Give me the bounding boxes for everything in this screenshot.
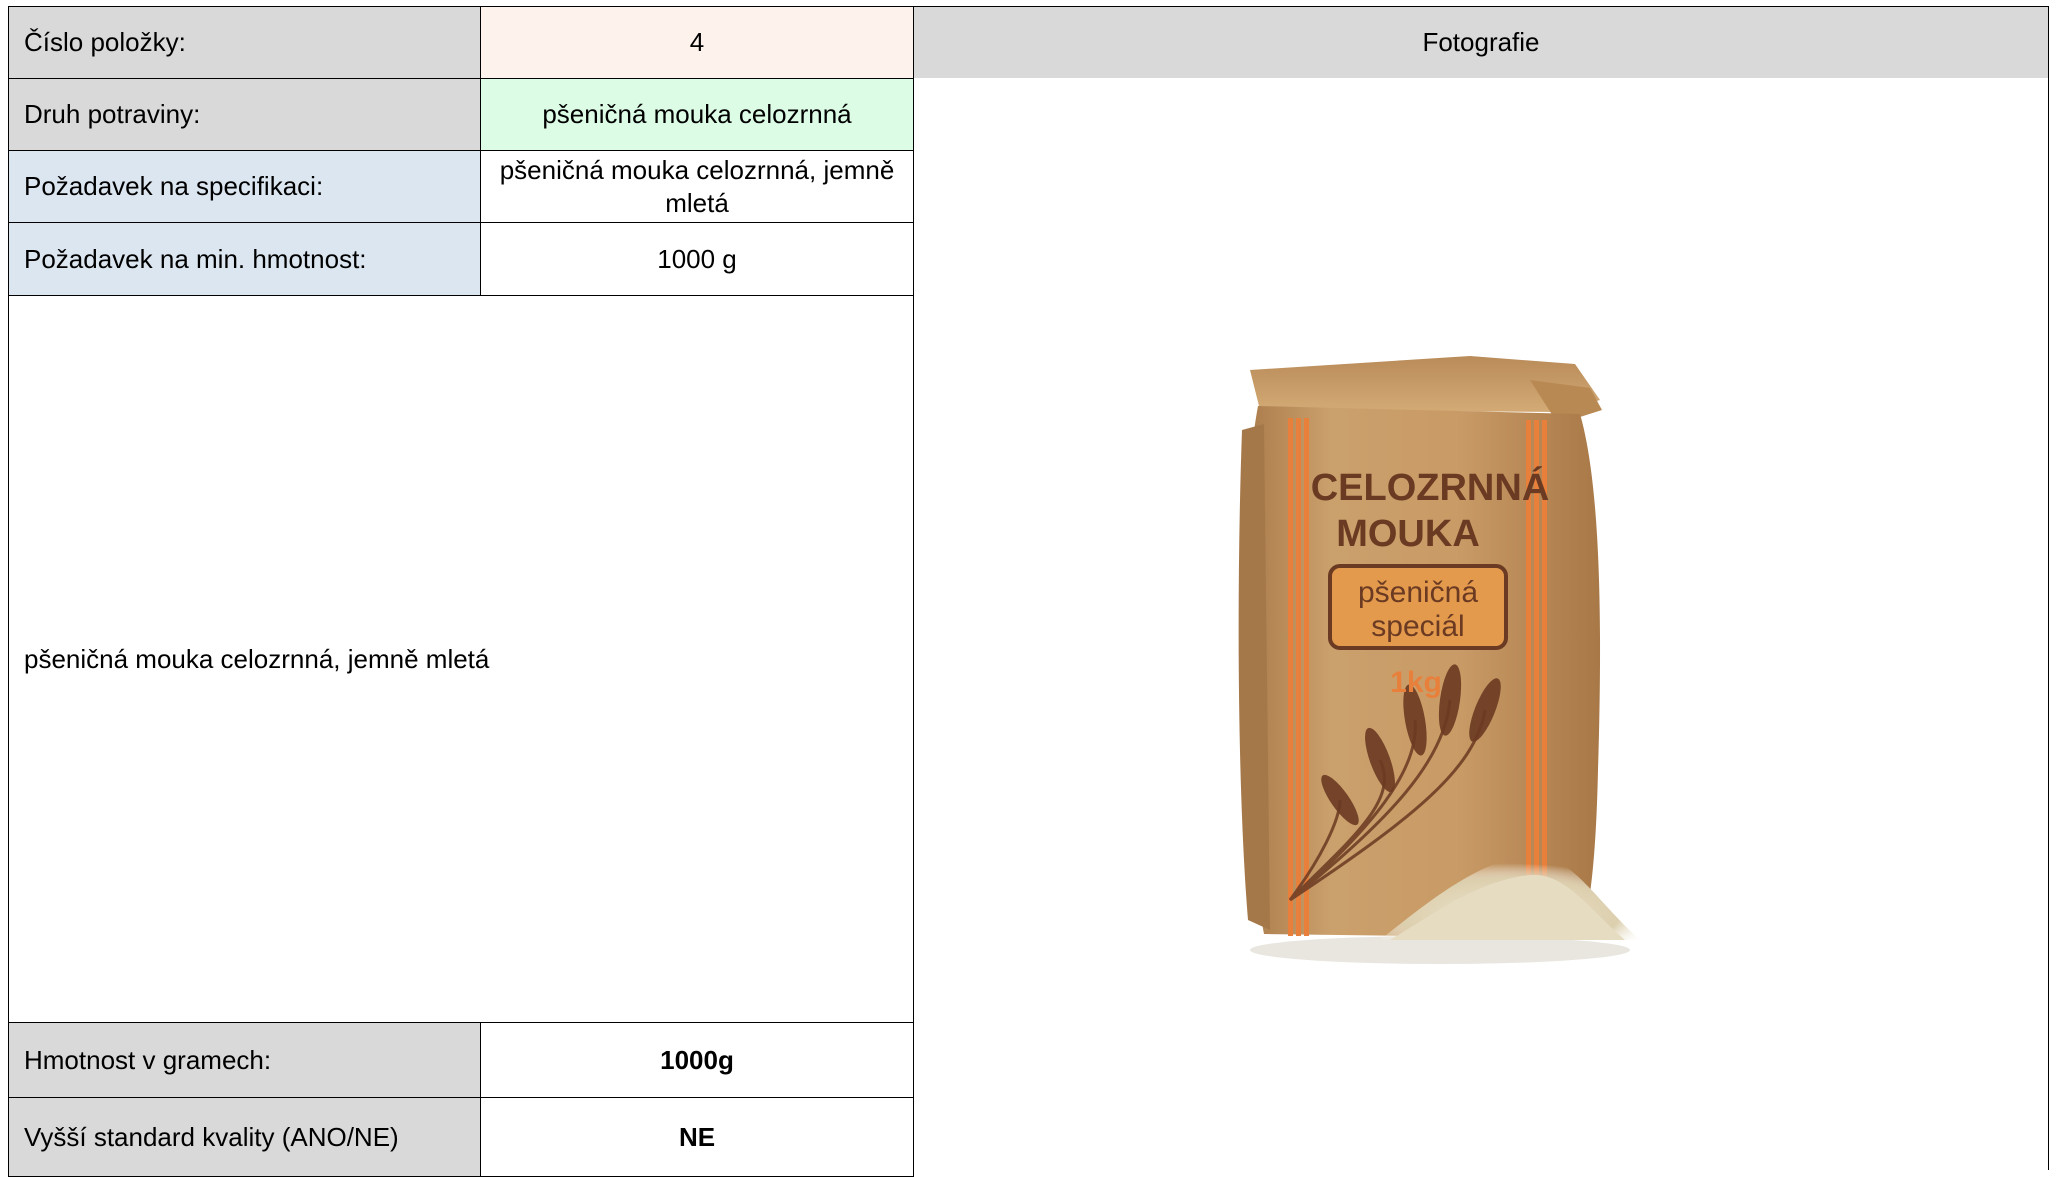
bag-title-line2: MOUKA (1336, 513, 1480, 555)
item-number-label: Číslo položky: (8, 6, 481, 79)
quality-standard-value: NE (480, 1097, 914, 1177)
bag-badge-line2: speciál (1371, 610, 1464, 643)
weight-grams-label: Hmotnost v gramech: (8, 1022, 481, 1098)
food-type-value: pšeničná mouka celozrnná (480, 78, 914, 151)
bag-badge-line1: pšeničná (1358, 576, 1478, 609)
spec-requirement-label: Požadavek na specifikaci: (8, 150, 481, 223)
product-spec-sheet: Číslo položky: 4 Fotografie Druh potravi… (0, 0, 2058, 1177)
flour-bag-photo: CELOZRNNÁ MOUKA pšeničná speciál 1kg (1230, 340, 1650, 970)
min-weight-value: 1000 g (480, 222, 914, 296)
bag-title-line1: CELOZRNNÁ (1311, 465, 1550, 509)
description-text: pšeničná mouka celozrnná, jemně mletá (8, 295, 914, 1023)
photo-header: Fotografie (913, 6, 2049, 79)
weight-grams-value: 1000g (480, 1022, 914, 1098)
food-type-label: Druh potraviny: (8, 78, 481, 151)
min-weight-label: Požadavek na min. hmotnost: (8, 222, 481, 296)
quality-standard-label: Vyšší standard kvality (ANO/NE) (8, 1097, 481, 1177)
spec-requirement-value: pšeničná mouka celozrnná, jemně mletá (480, 150, 914, 223)
bag-weight: 1kg (1390, 666, 1442, 699)
item-number-value: 4 (480, 6, 914, 79)
product-photo-area: CELOZRNNÁ MOUKA pšeničná speciál 1kg (913, 78, 2049, 1170)
